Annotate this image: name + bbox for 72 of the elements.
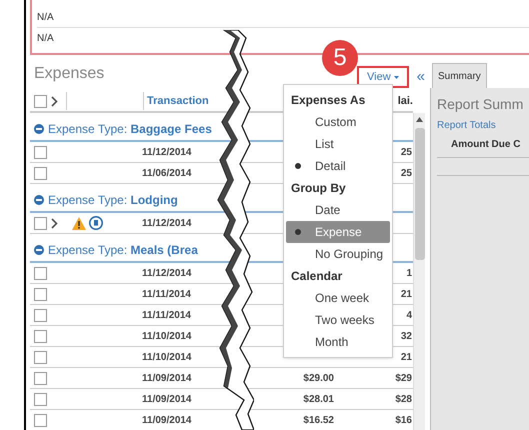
menu-item[interactable]: Two weeks xyxy=(286,309,390,331)
column-header: Amount Due C xyxy=(437,137,529,158)
row-checkbox[interactable] xyxy=(34,330,47,342)
table-cell-text: 11/12/2014 xyxy=(142,216,192,230)
row-checkbox[interactable] xyxy=(34,166,47,180)
table-cell-text: 25 xyxy=(400,166,412,180)
collapse-group-icon[interactable] xyxy=(34,195,44,205)
warning-icon xyxy=(72,216,86,230)
row-checkbox[interactable] xyxy=(34,266,47,280)
group-title[interactable]: Expense Type: Meals (Brea xyxy=(48,241,198,259)
row-checkbox[interactable] xyxy=(34,146,47,158)
table-cell-text: 21 xyxy=(400,350,412,364)
receipt-icon xyxy=(89,216,103,230)
chevron-right-icon[interactable] xyxy=(51,218,58,228)
table-cell-text: 11/06/2014 xyxy=(142,166,192,180)
panel-title: Report Summ xyxy=(437,95,524,114)
report-totals-link[interactable]: Report Totals xyxy=(437,118,529,133)
field-value: N/A xyxy=(37,10,54,24)
table-cell-text: 1 xyxy=(406,266,412,280)
column-header[interactable]: Transaction xyxy=(147,92,209,110)
summary-tab[interactable]: Summary xyxy=(432,63,487,88)
table-cell-text: 11/11/2014 xyxy=(142,288,192,302)
table-cell-text: $16.52 xyxy=(302,414,334,428)
table-cell-text: 11/10/2014 xyxy=(142,330,192,344)
table-cell-text: 21 xyxy=(400,288,412,302)
menu-section-title: Group By xyxy=(290,180,347,197)
group-title[interactable]: Expense Type: Lodging xyxy=(48,191,178,209)
section-title: Expenses xyxy=(34,64,104,84)
scroll-up-icon[interactable] xyxy=(416,117,423,122)
row-checkbox[interactable] xyxy=(34,288,47,300)
menu-item[interactable]: One week xyxy=(286,287,390,309)
table-cell-text: $29 xyxy=(395,372,412,386)
collapse-group-icon[interactable] xyxy=(34,124,44,134)
collapse-button[interactable]: « xyxy=(416,66,425,88)
table-cell-text: 4 xyxy=(406,308,412,322)
row-checkbox[interactable] xyxy=(34,392,47,406)
table-cell-text: 11/12/2014 xyxy=(142,266,192,280)
row-checkbox[interactable] xyxy=(34,216,47,230)
menu-section-title: Expenses As xyxy=(290,92,366,109)
group-title[interactable]: Expense Type: Baggage Fees xyxy=(48,120,212,138)
table-cell-text: 11/09/2014 xyxy=(142,372,192,386)
row-checkbox[interactable] xyxy=(34,308,47,322)
table-cell-text: $29.00 xyxy=(302,372,334,386)
table-cell-text: $28 xyxy=(395,392,412,406)
menu-item[interactable]: Detail xyxy=(286,155,390,177)
menu-item[interactable]: Custom xyxy=(286,111,390,133)
field-value: N/A xyxy=(37,32,54,46)
select-all-checkbox[interactable] xyxy=(34,94,47,108)
scrollbar-thumb[interactable] xyxy=(414,128,424,260)
menu-item[interactable]: List xyxy=(286,133,390,155)
table-cell-text: 11/11/2014 xyxy=(142,308,192,322)
menu-section-title: Calendar xyxy=(290,268,344,285)
menu-item[interactable]: Date xyxy=(286,199,390,221)
chevron-right-icon[interactable] xyxy=(51,96,58,106)
table-cell-text: 25 xyxy=(400,146,412,160)
menu-item[interactable]: Month xyxy=(286,331,390,353)
table-cell-text: 11/09/2014 xyxy=(142,414,192,428)
row-checkbox[interactable] xyxy=(34,372,47,384)
table-cell-text: $16 xyxy=(395,414,412,428)
step-number-badge: 5 xyxy=(322,40,358,76)
table-cell-text: 32 xyxy=(400,330,412,344)
table-cell-text: 11/09/2014 xyxy=(142,392,192,406)
column-header[interactable]: lai. xyxy=(398,92,413,110)
table-cell-text: 11/10/2014 xyxy=(142,350,192,364)
row-checkbox[interactable] xyxy=(34,414,47,426)
table-cell-text: 11/12/2014 xyxy=(142,146,192,160)
table-cell-text: $28.01 xyxy=(302,392,334,406)
scrollbar[interactable] xyxy=(413,113,425,430)
collapse-group-icon[interactable] xyxy=(34,245,44,255)
menu-item[interactable]: No Grouping xyxy=(286,243,390,265)
row-checkbox[interactable] xyxy=(34,350,47,364)
caret-icon xyxy=(394,76,399,78)
